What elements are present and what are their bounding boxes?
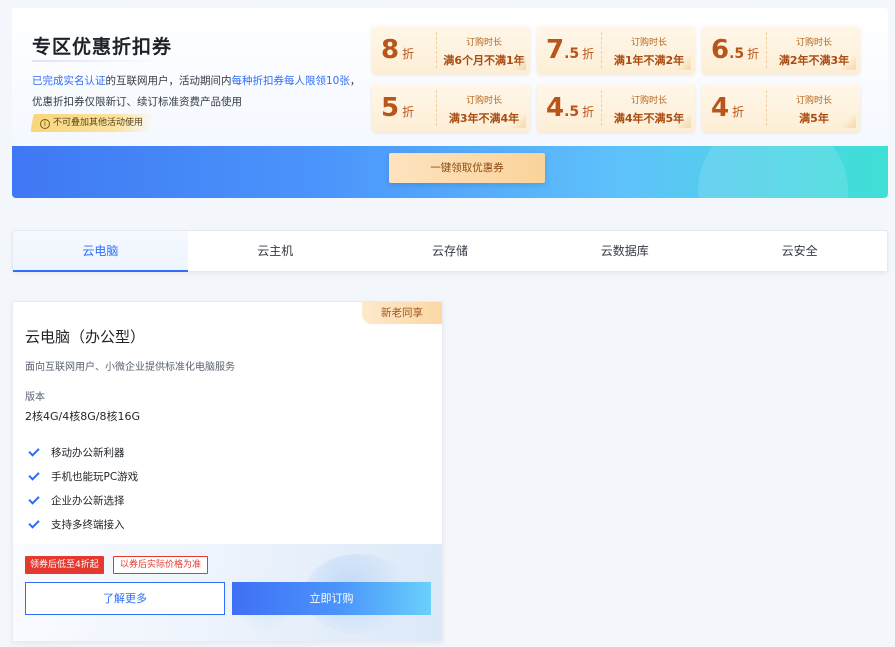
card-title: 云电脑（办公型） bbox=[25, 328, 146, 346]
product-tabs: 云电脑 云主机 云存储 云数据库 云安全 bbox=[12, 230, 888, 272]
promo-desc-highlight-1: 已完成实名认证 bbox=[32, 75, 106, 87]
promo-title: 专区优惠折扣券 bbox=[32, 36, 173, 58]
coupon-discount: 4折 bbox=[702, 84, 764, 132]
feature-text: 手机也能玩PC游戏 bbox=[51, 470, 139, 483]
coupon-label: 订购时长 bbox=[465, 38, 502, 48]
tab-cloud-database[interactable]: 云数据库 bbox=[537, 231, 712, 271]
version-value: 2核4G/4核8G/8核16G bbox=[25, 410, 140, 423]
coupon-number: 8 bbox=[381, 35, 400, 65]
coupon-divider bbox=[436, 90, 437, 126]
promo-desc-text-2: ， bbox=[349, 75, 361, 87]
promo-title-underline bbox=[32, 60, 164, 62]
check-icon bbox=[28, 492, 40, 505]
coupon-corner-decoration bbox=[675, 56, 691, 70]
coupon-divider bbox=[601, 90, 602, 126]
coupon-card: 4 折订购时长 满5年 bbox=[702, 84, 860, 132]
tab-cloud-security[interactable]: 云安全 bbox=[712, 231, 887, 271]
coupon-discount: 5折 bbox=[372, 84, 434, 132]
card-subtitle: 面向互联网用户、小微企业提供标准化电脑服务 bbox=[25, 362, 235, 373]
feature-text: 移动办公新利器 bbox=[51, 446, 125, 459]
order-now-button[interactable]: 立即订购 bbox=[232, 582, 431, 615]
coupon-label: 订购时长 bbox=[630, 38, 667, 48]
coupon-label: 订购时长 bbox=[465, 96, 502, 106]
feature-text: 企业办公新选择 bbox=[51, 494, 125, 507]
promo-desc-highlight-2: 每种折扣券每人限领10张 bbox=[231, 75, 350, 87]
tab-cloud-desktop[interactable]: 云电脑 bbox=[13, 231, 188, 272]
coupon-number: 5 bbox=[381, 93, 400, 123]
coupon-corner-decoration bbox=[840, 114, 856, 128]
coupon-corner-decoration bbox=[510, 56, 526, 70]
coupon-corner-decoration bbox=[510, 114, 526, 128]
coupon-unit: 折 bbox=[747, 47, 760, 61]
coupon-corner-decoration bbox=[675, 114, 691, 128]
promo-desc-line-2: 优惠折扣券仅限新订、续订标准资费产品使用 bbox=[32, 96, 242, 108]
tab-cloud-host[interactable]: 云主机 bbox=[188, 231, 363, 271]
coupon-discount: 7.5 折 bbox=[537, 26, 599, 74]
check-icon bbox=[28, 516, 40, 529]
coupon-number: 6 bbox=[711, 35, 730, 65]
coupon-number-decimal: .5 bbox=[729, 46, 745, 62]
coupon-unit: 折 bbox=[582, 105, 595, 119]
coupon-number: 4 bbox=[711, 93, 730, 123]
coupon-discount: 4.5 折 bbox=[537, 84, 599, 132]
coupon-card: 4.5 折订购时长 满4年不满5年 bbox=[537, 84, 695, 132]
tab-cloud-storage[interactable]: 云存储 bbox=[363, 231, 538, 271]
coupon-card: 5 折订购时长 满3年不满4年 bbox=[372, 84, 530, 132]
product-card: 新老同享 云电脑（办公型） 面向互联网用户、小微企业提供标准化电脑服务 版本 2… bbox=[12, 301, 443, 642]
coupon-label: 订购时长 bbox=[795, 38, 832, 48]
coupon-divider bbox=[436, 32, 437, 68]
coupon-unit: 折 bbox=[402, 47, 415, 61]
coupon-number-decimal: .5 bbox=[564, 46, 580, 62]
check-icon bbox=[28, 444, 40, 457]
discount-tag: 领券后低至4折起 bbox=[25, 556, 104, 574]
coupon-discount: 6.5 折 bbox=[702, 26, 764, 74]
coupon-number: 7 bbox=[546, 35, 565, 65]
feature-item: 企业办公新选择 bbox=[27, 488, 138, 512]
new-old-badge: 新老同享 bbox=[362, 302, 442, 324]
coupon-corner-decoration bbox=[840, 56, 856, 70]
coupon-card: 7.5 折订购时长 满1年不满2年 bbox=[537, 26, 695, 74]
promo-description: 已完成实名认证的互联网用户，活动期间内每种折扣券每人限领10张， 优惠折扣券仅限… bbox=[32, 71, 362, 113]
coupon-card: 6.5 折订购时长 满2年不满3年 bbox=[702, 26, 860, 74]
learn-more-button[interactable]: 了解更多 bbox=[25, 582, 225, 615]
coupon-number-decimal: .5 bbox=[564, 104, 580, 120]
feature-item: 支持多终端接入 bbox=[27, 512, 138, 536]
coupon-divider bbox=[766, 32, 767, 68]
feature-item: 手机也能玩PC游戏 bbox=[27, 464, 138, 488]
coupon-unit: 折 bbox=[582, 47, 595, 61]
coupon-label: 订购时长 bbox=[630, 96, 667, 106]
promo-note: i 不可叠加其他活动使用 bbox=[30, 114, 155, 132]
promo-note-text: 不可叠加其他活动使用 bbox=[53, 118, 144, 128]
coupon-divider bbox=[766, 90, 767, 126]
coupon-label: 订购时长 bbox=[795, 96, 832, 106]
claim-coupons-button[interactable]: 一键领取优惠券 bbox=[389, 153, 545, 183]
feature-item: 移动办公新利器 bbox=[27, 440, 138, 464]
coupon-card: 8 折订购时长 满6个月不满1年 bbox=[372, 26, 530, 74]
coupon-unit: 折 bbox=[732, 105, 745, 119]
promo-desc-text-1: 的互联网用户，活动期间内 bbox=[105, 75, 232, 87]
feature-list: 移动办公新利器 手机也能玩PC游戏 企业办公新选择 支持多终端接入 bbox=[27, 440, 138, 536]
feature-text: 支持多终端接入 bbox=[51, 518, 125, 531]
info-icon: i bbox=[40, 119, 50, 129]
coupon-unit: 折 bbox=[402, 105, 415, 119]
price-note-tag: 以券后实际价格为准 bbox=[113, 556, 209, 574]
coupon-divider bbox=[601, 32, 602, 68]
version-label: 版本 bbox=[25, 392, 45, 403]
coupon-number: 4 bbox=[546, 93, 565, 123]
check-icon bbox=[28, 468, 40, 481]
coupon-discount: 8折 bbox=[372, 26, 434, 74]
